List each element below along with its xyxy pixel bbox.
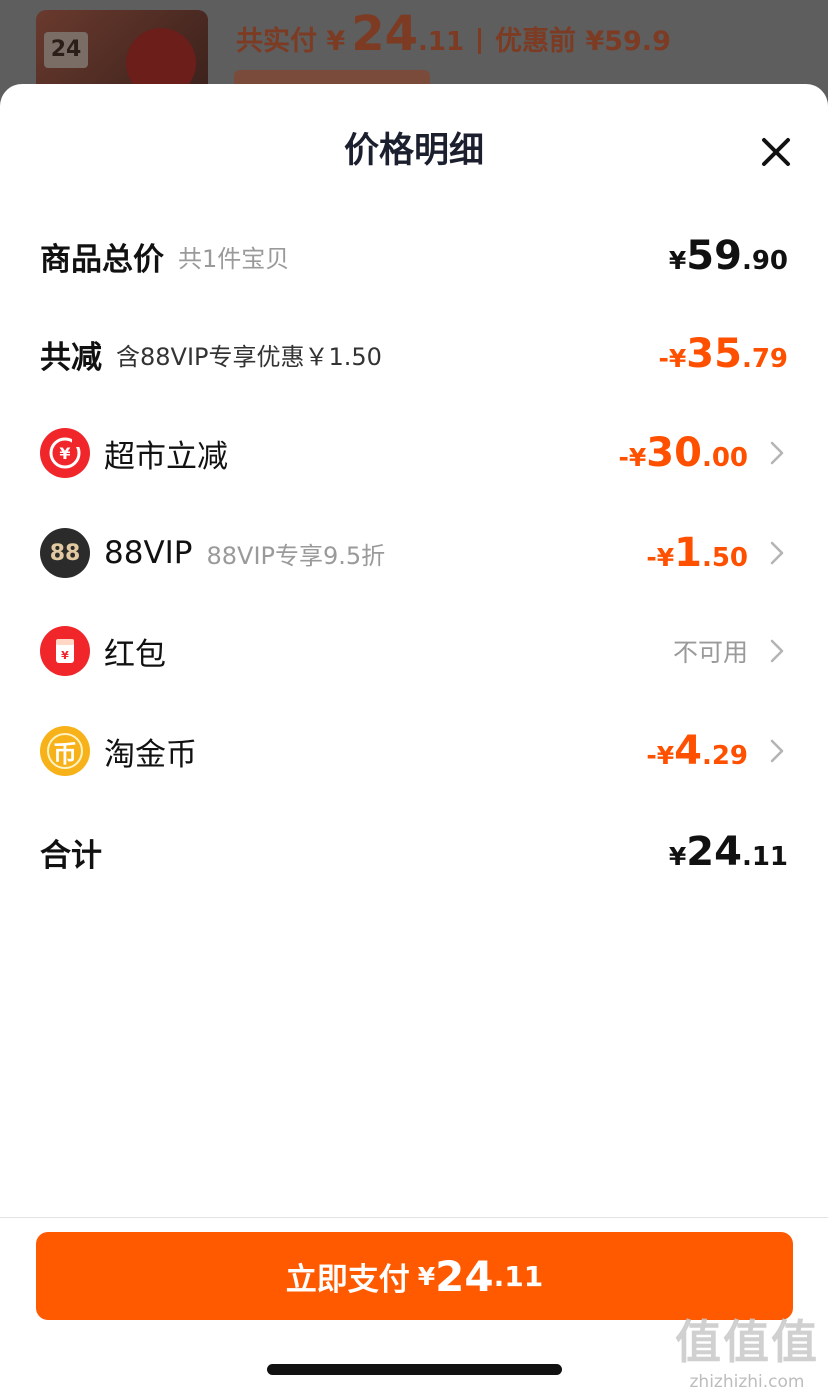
footer-divider bbox=[0, 1217, 828, 1218]
total-label: 合计 bbox=[40, 837, 102, 874]
total-price: ¥24.11 bbox=[668, 829, 788, 875]
home-indicator[interactable] bbox=[267, 1364, 562, 1375]
original-price: 优惠前 ¥59.9 bbox=[495, 26, 671, 57]
watermark: 值值值 zhizhizhi.com bbox=[672, 1306, 822, 1392]
supermarket-amount: -¥ 30.00 bbox=[618, 430, 748, 476]
red-packet-label: 红包 bbox=[104, 636, 166, 673]
subtotal-label: 商品总价 bbox=[40, 241, 164, 278]
chevron-right-icon bbox=[770, 441, 784, 465]
chevron-right-icon bbox=[770, 639, 784, 663]
coins-amount: -¥ 4.29 bbox=[646, 728, 748, 774]
chevron-right-icon bbox=[770, 739, 784, 763]
red-envelope-icon: ¥ bbox=[40, 626, 90, 676]
vip-88-icon: 88 bbox=[40, 528, 90, 578]
sheet-title: 价格明细 bbox=[343, 131, 484, 171]
paid-amount-int: 24 bbox=[351, 6, 418, 62]
subtotal-price: ¥59.90 bbox=[668, 233, 788, 279]
discount-amount: -¥ 35.79 bbox=[658, 331, 788, 377]
chevron-right-icon bbox=[770, 541, 784, 565]
yen-refund-icon: ¥ bbox=[40, 428, 90, 478]
vip-amount: -¥ 1.50 bbox=[646, 530, 748, 576]
row-red-packet[interactable]: ¥ 红包 不可用 bbox=[0, 616, 828, 686]
red-packet-status: 不可用 bbox=[672, 638, 748, 667]
watermark-logo: 值值值 bbox=[675, 1315, 819, 1369]
discount-label: 共减 bbox=[40, 339, 102, 376]
row-88vip[interactable]: 88 88VIP 88VIP专享9.5折 -¥ 1.50 bbox=[0, 518, 828, 588]
supermarket-label: 超市立减 bbox=[104, 438, 228, 475]
svg-text:¥: ¥ bbox=[59, 444, 70, 463]
watermark-site: zhizhizhi.com bbox=[689, 1372, 805, 1392]
row-supermarket-discount[interactable]: ¥ 超市立减 -¥ 30.00 bbox=[0, 418, 828, 488]
row-subtotal: 商品总价 共1件宝贝 ¥59.90 bbox=[0, 221, 828, 291]
close-icon[interactable] bbox=[754, 130, 798, 174]
paid-amount-dec: .11 bbox=[417, 27, 465, 57]
gold-coin-icon: 币 bbox=[40, 726, 90, 776]
divider-bar bbox=[478, 28, 482, 54]
discount-note: 含88VIP专享优惠￥1.50 bbox=[116, 342, 382, 371]
background-paid-summary: 共实付 ¥ 24 .11 优惠前 ¥59.9 bbox=[236, 6, 671, 76]
row-total-discount: 共减 含88VIP专享优惠￥1.50 -¥ 35.79 bbox=[0, 319, 828, 389]
paid-label: 共实付 ¥ bbox=[236, 26, 346, 57]
svg-text:¥: ¥ bbox=[61, 649, 69, 662]
vip-label: 88VIP bbox=[104, 535, 193, 571]
row-total: 合计 ¥24.11 bbox=[0, 817, 828, 887]
row-tao-coins[interactable]: 币 淘金币 -¥ 4.29 bbox=[0, 716, 828, 786]
coins-label: 淘金币 bbox=[104, 736, 197, 773]
vip-note: 88VIP专享9.5折 bbox=[206, 541, 386, 570]
price-detail-sheet: 价格明细 商品总价 共1件宝贝 ¥59.90 共减 含88VIP专享优惠￥1.5… bbox=[0, 84, 828, 1392]
product-thumbnail-badge: 24 bbox=[44, 32, 88, 68]
subtotal-count: 共1件宝贝 bbox=[178, 244, 290, 273]
